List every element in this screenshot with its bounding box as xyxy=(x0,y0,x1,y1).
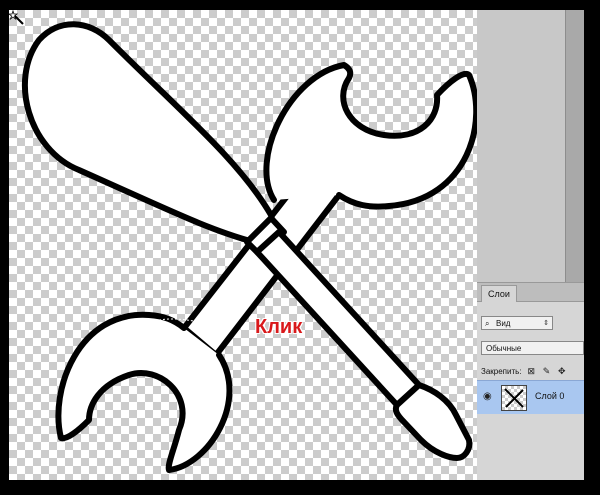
lock-transparency-icon[interactable]: ⊠ xyxy=(526,364,537,378)
panel-dock-strip xyxy=(565,10,584,282)
filter-value: Вид xyxy=(496,319,511,328)
tab-layers[interactable]: Слои xyxy=(481,285,517,302)
lock-row: Закрепить: ⊠ ✎ ✥ xyxy=(481,364,584,378)
layer-filter-dropdown[interactable]: ⌕ Вид ⇕ xyxy=(481,316,553,330)
magic-wand-icon xyxy=(9,10,24,25)
blend-mode-dropdown[interactable]: Обычные xyxy=(481,341,584,355)
lock-label: Закрепить: xyxy=(481,367,522,376)
photoshop-window: Клик Слои ⌕ Вид ⇕ Обычные Закрепить: ⊠ ✎… xyxy=(9,10,584,480)
layer-row[interactable]: ◉ Слой 0 xyxy=(477,380,584,416)
lock-position-icon[interactable]: ✥ xyxy=(556,364,567,378)
chevron-updown-icon: ⇕ xyxy=(543,320,549,327)
lock-pixels-icon[interactable]: ✎ xyxy=(541,364,552,378)
click-annotation: Клик xyxy=(255,316,303,338)
blend-mode-value: Обычные xyxy=(486,344,522,353)
layers-list-empty xyxy=(477,414,584,480)
eye-icon[interactable]: ◉ xyxy=(483,391,492,402)
search-icon: ⌕ xyxy=(485,319,490,328)
layers-panel: Слои ⌕ Вид ⇕ Обычные Закрепить: ⊠ ✎ ✥ ◉ … xyxy=(477,282,584,480)
tools-illustration xyxy=(22,21,477,473)
layer-thumbnail xyxy=(501,385,527,411)
panel-tabs: Слои xyxy=(477,283,584,302)
document-canvas[interactable]: Клик xyxy=(9,10,477,480)
layer-name[interactable]: Слой 0 xyxy=(535,391,564,401)
